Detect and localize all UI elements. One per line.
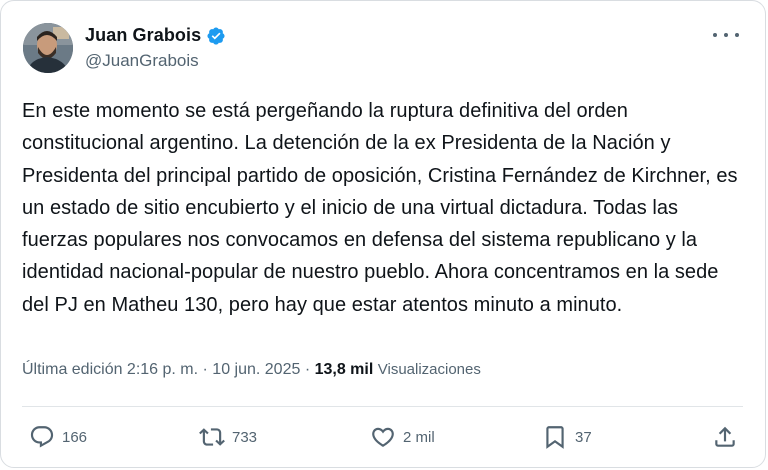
- bookmark-icon: [546, 426, 564, 449]
- edit-timestamp[interactable]: Última edición 2:16 p. m. · 10 jun. 2025…: [22, 361, 315, 378]
- dot: [735, 33, 739, 37]
- views-label: Visualizaciones: [377, 361, 481, 378]
- dot: [724, 33, 728, 37]
- tweet-card: Juan Grabois @JuanGrabois En este moment…: [0, 0, 766, 468]
- tweet-text: En este momento se está pergeñando la ru…: [22, 100, 738, 316]
- share-button[interactable]: [712, 421, 738, 453]
- author-name[interactable]: Juan Grabois: [85, 25, 201, 46]
- author-avatar[interactable]: [23, 23, 73, 73]
- reply-count: 166: [62, 428, 88, 446]
- avatar-photo-icon: [23, 23, 73, 73]
- author-handle[interactable]: @JuanGrabois: [85, 51, 199, 71]
- views-count: 13,8 mil: [314, 361, 374, 378]
- heart-icon: [372, 427, 394, 447]
- divider: [22, 406, 743, 407]
- retweet-button[interactable]: 733: [199, 421, 257, 453]
- verified-badge-icon: [207, 26, 225, 45]
- more-options-icon[interactable]: [713, 25, 739, 45]
- retweet-count: 733: [232, 428, 258, 446]
- tweet-meta: Última edición 2:16 p. m. · 10 jun. 2025…: [22, 361, 481, 379]
- bookmark-button[interactable]: 37: [542, 421, 592, 453]
- bookmark-count: 37: [575, 428, 592, 446]
- dot: [713, 33, 717, 37]
- like-button[interactable]: 2 mil: [370, 421, 435, 453]
- share-icon: [715, 426, 735, 447]
- author-name-row[interactable]: Juan Grabois: [85, 25, 226, 46]
- action-bar: 166 733 2 mil 37: [1, 421, 765, 453]
- retweet-icon: [199, 428, 225, 446]
- like-count: 2 mil: [403, 428, 435, 446]
- reply-icon: [30, 426, 54, 448]
- reply-button[interactable]: 166: [29, 421, 87, 453]
